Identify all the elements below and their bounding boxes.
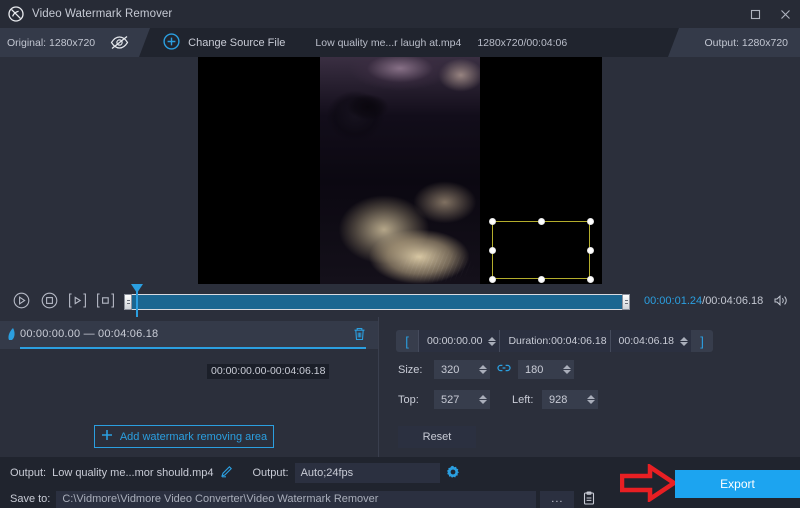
resize-handle-top-right[interactable]	[587, 218, 594, 225]
bracket-open-icon[interactable]: [	[396, 330, 418, 352]
resize-handle-bottom-center[interactable]	[538, 276, 545, 283]
add-watermark-area-button[interactable]: Add watermark removing area	[94, 425, 274, 448]
size-label: Size:	[398, 364, 434, 376]
app-window: Video Watermark Remover Original: 1280x7…	[0, 0, 800, 508]
start-time-stepper[interactable]	[486, 337, 496, 346]
source-toolbar: Original: 1280x720 Change Source File Lo…	[0, 28, 800, 57]
duration-value: Duration:00:04:06.18	[508, 335, 606, 347]
time-display: 00:00:01.24/00:04:06.18	[644, 295, 763, 307]
browse-button[interactable]: ...	[540, 491, 574, 508]
top-value: 527	[441, 394, 459, 406]
watermark-area-item[interactable]: 00:00:00.00 — 00:04:06.18	[0, 321, 378, 349]
mark-in-icon[interactable]	[64, 288, 90, 314]
watermark-area-progress	[20, 347, 366, 349]
preview-area	[0, 57, 800, 284]
range-tooltip-chip: 00:00:00.00-00:04:06.18	[207, 364, 329, 379]
output-file-label: Output:	[10, 467, 46, 479]
video-frame	[320, 57, 480, 284]
size-height-field[interactable]: 180	[518, 360, 574, 379]
source-file-meta: 1280x720/00:04:06	[477, 37, 567, 49]
top-label: Top:	[398, 394, 434, 406]
end-time-stepper[interactable]	[678, 337, 688, 346]
video-image-layer-shadow	[320, 57, 480, 284]
size-width-value: 320	[441, 364, 459, 376]
source-file-name: Low quality me...r laugh at.mp4	[315, 37, 461, 49]
close-icon[interactable]	[770, 0, 800, 28]
watermark-brush-icon	[6, 327, 19, 345]
eye-hidden-icon[interactable]	[99, 28, 139, 57]
left-stepper[interactable]	[585, 395, 595, 404]
window-controls	[740, 0, 800, 28]
delete-icon[interactable]	[353, 327, 366, 344]
left-value-field[interactable]: 928	[542, 390, 598, 409]
output-resolution-label: Output: 1280x720	[679, 28, 800, 57]
change-source-file-button[interactable]: Change Source File	[163, 28, 285, 57]
size-width-field[interactable]: 320	[434, 360, 490, 379]
folder-icon[interactable]	[582, 491, 596, 508]
playback-controls	[8, 288, 118, 314]
trim-time-row: [ 00:00:00.00 Duration:00:04:06.18 00:04…	[396, 330, 713, 352]
left-label: Left:	[512, 394, 542, 406]
output-format-select[interactable]: Auto;24fps	[295, 463, 440, 483]
end-time-field[interactable]: 00:04:06.18	[610, 330, 691, 352]
pencil-icon[interactable]	[220, 465, 233, 481]
playhead-marker[interactable]	[136, 285, 138, 317]
size-width-stepper[interactable]	[477, 365, 487, 374]
output-format-label: Output:	[253, 467, 289, 479]
save-to-label: Save to:	[10, 493, 50, 505]
resize-handle-top-left[interactable]	[489, 218, 496, 225]
position-row: Top: 527 Left: 928	[398, 390, 598, 409]
save-path-value: C:\Vidmore\Vidmore Video Converter\Video…	[62, 493, 378, 505]
total-time: 00:04:06.18	[705, 295, 763, 307]
resize-handle-top-center[interactable]	[538, 218, 545, 225]
top-value-field[interactable]: 527	[434, 390, 490, 409]
resize-handle-middle-right[interactable]	[587, 247, 594, 254]
source-file-info: Low quality me...r laugh at.mp4 1280x720…	[315, 28, 567, 57]
trim-handle-start[interactable]	[124, 294, 132, 310]
watermark-area-range: 00:00:00.00 — 00:04:06.18	[20, 328, 158, 340]
app-logo-icon	[8, 6, 24, 22]
play-circle-icon[interactable]	[8, 288, 34, 314]
mark-out-icon[interactable]	[92, 288, 118, 314]
red-arrow-icon	[620, 464, 676, 505]
end-time-value: 00:04:06.18	[619, 335, 674, 347]
plus-icon	[101, 429, 113, 444]
size-height-stepper[interactable]	[561, 365, 571, 374]
reset-button[interactable]: Reset	[398, 426, 476, 448]
volume-icon[interactable]	[773, 294, 790, 307]
title-bar: Video Watermark Remover	[0, 0, 800, 28]
chain-link-icon[interactable]	[497, 363, 511, 376]
duration-field: Duration:00:04:06.18	[499, 330, 609, 352]
resize-handle-bottom-right[interactable]	[587, 276, 594, 283]
plus-circle-icon	[163, 33, 180, 53]
current-time: 00:00:01.24	[644, 295, 702, 307]
watermark-selection-box[interactable]	[492, 221, 590, 279]
add-watermark-area-label: Add watermark removing area	[120, 431, 267, 443]
output-file-name: Low quality me...mor should.mp4	[52, 467, 213, 479]
trim-track[interactable]	[124, 294, 630, 310]
trim-handle-end[interactable]	[622, 294, 630, 310]
size-height-value: 180	[525, 364, 543, 376]
window-title: Video Watermark Remover	[32, 8, 172, 20]
bracket-close-icon[interactable]: ]	[691, 330, 713, 352]
resize-handle-bottom-left[interactable]	[489, 276, 496, 283]
resize-handle-middle-left[interactable]	[489, 247, 496, 254]
size-row: Size: 320 180	[398, 360, 574, 379]
original-resolution-label: Original: 1280x720	[0, 28, 99, 57]
start-time-value: 00:00:00.00	[427, 335, 482, 347]
trim-slider[interactable]	[124, 290, 630, 312]
save-path-input[interactable]: C:\Vidmore\Vidmore Video Converter\Video…	[56, 491, 536, 508]
maximize-icon[interactable]	[740, 0, 770, 28]
stop-circle-icon[interactable]	[36, 288, 62, 314]
export-button[interactable]: Export	[675, 470, 800, 498]
start-time-field[interactable]: 00:00:00.00	[418, 330, 499, 352]
top-stepper[interactable]	[477, 395, 487, 404]
output-format-value: Auto;24fps	[301, 467, 354, 479]
gear-icon[interactable]	[446, 465, 460, 482]
transport-bar: 00:00:01.24/00:04:06.18	[0, 284, 800, 317]
left-value: 928	[549, 394, 567, 406]
change-source-file-label: Change Source File	[188, 37, 285, 49]
